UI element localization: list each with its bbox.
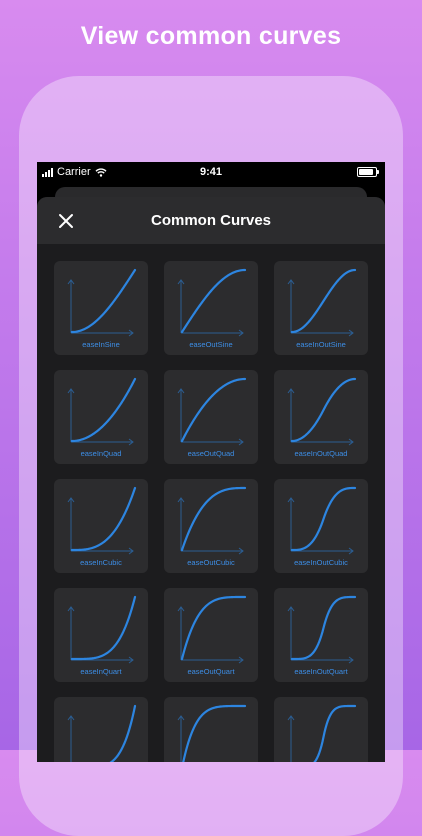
status-time: 9:41 — [199, 166, 223, 178]
nav-bar: Common Curves — [37, 197, 385, 244]
curve-tile[interactable]: easeOutQuad — [164, 370, 258, 464]
axes-icon — [67, 606, 134, 664]
curve-line — [70, 486, 137, 552]
axes-icon — [67, 497, 134, 555]
axes-icon — [287, 715, 295, 762]
curve-label: easeInOutCubic — [294, 558, 348, 567]
curve-tile[interactable]: easeInQuad — [54, 370, 148, 464]
status-bar: Carrier 9:41 — [37, 162, 385, 182]
axes-icon — [287, 279, 354, 337]
curve-tile[interactable]: easeInQuart — [54, 588, 148, 682]
curve-line — [313, 704, 357, 762]
curve-tile[interactable]: easeInOutCubic — [274, 479, 368, 573]
curve-label: easeInOutQuad — [294, 449, 348, 458]
axes-icon — [177, 279, 244, 337]
curve-label: easeInOutQuart — [294, 667, 348, 676]
curve-line — [180, 595, 247, 661]
phone-screen: Carrier 9:41 Common Curves easeInSine eas… — [37, 162, 385, 762]
curve-tile[interactable] — [164, 697, 258, 762]
axes-icon — [177, 497, 244, 555]
curve-tile[interactable]: easeOutQuart — [164, 588, 258, 682]
curve-tile[interactable]: easeOutSine — [164, 261, 258, 355]
curve-label: easeInQuart — [80, 667, 122, 676]
curve-tile[interactable]: easeInOutQuad — [274, 370, 368, 464]
curve-line — [290, 377, 357, 443]
curve-label: easeOutQuart — [187, 667, 235, 676]
axes-icon — [177, 715, 185, 762]
curve-line — [109, 704, 137, 762]
curve-line — [180, 268, 247, 334]
curve-graph — [177, 704, 247, 762]
curve-line — [70, 268, 137, 334]
curve-label: easeInSine — [82, 340, 120, 349]
battery-icon — [357, 167, 379, 177]
axes-icon — [67, 388, 134, 446]
curve-tile[interactable]: easeInOutSine — [274, 261, 368, 355]
curve-grid: easeInSine easeOutSine easeInOutSine easeIn… — [54, 261, 368, 762]
curve-label: easeInOutSine — [296, 340, 346, 349]
curve-label: easeOutSine — [189, 340, 233, 349]
curve-line — [290, 486, 357, 552]
curve-line — [180, 486, 247, 552]
modal-sheet: Common Curves easeInSine easeOutSine easeI… — [37, 197, 385, 762]
curve-line — [182, 704, 247, 762]
curve-line — [180, 377, 247, 443]
curve-line — [290, 595, 357, 661]
curve-tile[interactable]: easeInCubic — [54, 479, 148, 573]
curve-line — [70, 377, 137, 443]
curve-label: easeInQuad — [80, 449, 122, 458]
curve-label: easeOutCubic — [187, 558, 235, 567]
curve-graph — [67, 704, 137, 762]
axes-icon — [67, 715, 75, 762]
curve-label: easeInCubic — [80, 558, 122, 567]
nav-title: Common Curves — [150, 212, 272, 229]
curve-tile[interactable]: easeOutCubic — [164, 479, 258, 573]
curve-tile[interactable] — [274, 697, 368, 762]
curve-tile[interactable] — [54, 697, 148, 762]
curve-line — [290, 268, 357, 334]
curve-label: easeOutQuad — [187, 449, 235, 458]
axes-icon — [177, 606, 244, 664]
curve-graph — [287, 704, 357, 762]
headline: View common curves — [80, 22, 342, 50]
curve-tile[interactable]: easeInSine — [54, 261, 148, 355]
curve-line — [70, 595, 137, 661]
curve-tile[interactable]: easeInOutQuart — [274, 588, 368, 682]
